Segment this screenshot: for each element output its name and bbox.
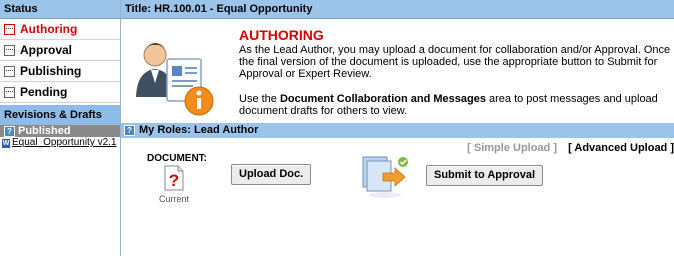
- published-document: W Equal_Opportunity v2.1: [0, 137, 120, 149]
- sidebar-item-approval[interactable]: Approval: [0, 40, 120, 61]
- sidebar-item-label: Approval: [20, 43, 73, 57]
- collaboration-area-name: Document Collaboration and Messages: [279, 93, 486, 105]
- upload-doc-button[interactable]: Upload Doc.: [231, 164, 312, 185]
- section-heading: AUTHORING: [239, 27, 324, 43]
- expand-icon: [4, 65, 15, 77]
- status-sidebar: Status Authoring Approval Publishing Pen…: [0, 0, 121, 256]
- document-workspace: [ Simple Upload ] [ Advanced Upload ] DO…: [121, 138, 674, 256]
- question-icon[interactable]: ?: [124, 125, 135, 136]
- sidebar-item-label: Pending: [20, 85, 68, 99]
- svg-text:?: ?: [169, 171, 179, 190]
- published-header: ? Published: [0, 125, 120, 137]
- sidebar-item-label: Authoring: [20, 22, 78, 36]
- expand-icon: [4, 86, 15, 98]
- unknown-document-icon[interactable]: ?: [163, 165, 185, 191]
- expand-icon: [4, 44, 15, 56]
- upload-mode-links: [ Simple Upload ] [ Advanced Upload ]: [467, 142, 674, 154]
- authoring-info: AUTHORING As the Lead Author, you may up…: [121, 19, 674, 123]
- description-text: Use the: [239, 93, 280, 105]
- sidebar-item-publishing[interactable]: Publishing: [0, 61, 120, 82]
- submit-approval-icon: [362, 156, 408, 198]
- authoring-description: As the Lead Author, you may upload a doc…: [239, 44, 671, 80]
- sidebar-header: Status: [0, 0, 120, 19]
- expand-icon: [4, 23, 15, 35]
- roles-label: My Roles: Lead Author: [139, 124, 259, 136]
- main-panel: Title: HR.100.01 - Equal Opportunity AUT…: [121, 0, 674, 256]
- document-label: DOCUMENT:: [147, 153, 207, 164]
- published-label: Published: [18, 125, 71, 137]
- simple-upload-link[interactable]: [ Simple Upload ]: [467, 142, 557, 154]
- sidebar-item-authoring[interactable]: Authoring: [0, 19, 120, 40]
- published-document-link[interactable]: Equal_Opportunity v2.1: [12, 137, 117, 149]
- word-document-icon: W: [2, 138, 10, 148]
- advanced-upload-link[interactable]: [ Advanced Upload ]: [568, 142, 674, 154]
- current-label: Current: [159, 194, 190, 204]
- lead-author-info-icon: [136, 43, 214, 116]
- sidebar-item-label: Publishing: [20, 64, 82, 78]
- collaboration-description: Use the Document Collaboration and Messa…: [239, 93, 674, 117]
- submit-to-approval-button[interactable]: Submit to Approval: [426, 165, 544, 186]
- sidebar-item-pending[interactable]: Pending: [0, 82, 120, 103]
- page-title: Title: HR.100.01 - Equal Opportunity: [121, 0, 674, 19]
- roles-header: ? My Roles: Lead Author: [121, 123, 674, 138]
- revisions-drafts-header: Revisions & Drafts: [0, 105, 120, 125]
- question-icon[interactable]: ?: [4, 125, 15, 137]
